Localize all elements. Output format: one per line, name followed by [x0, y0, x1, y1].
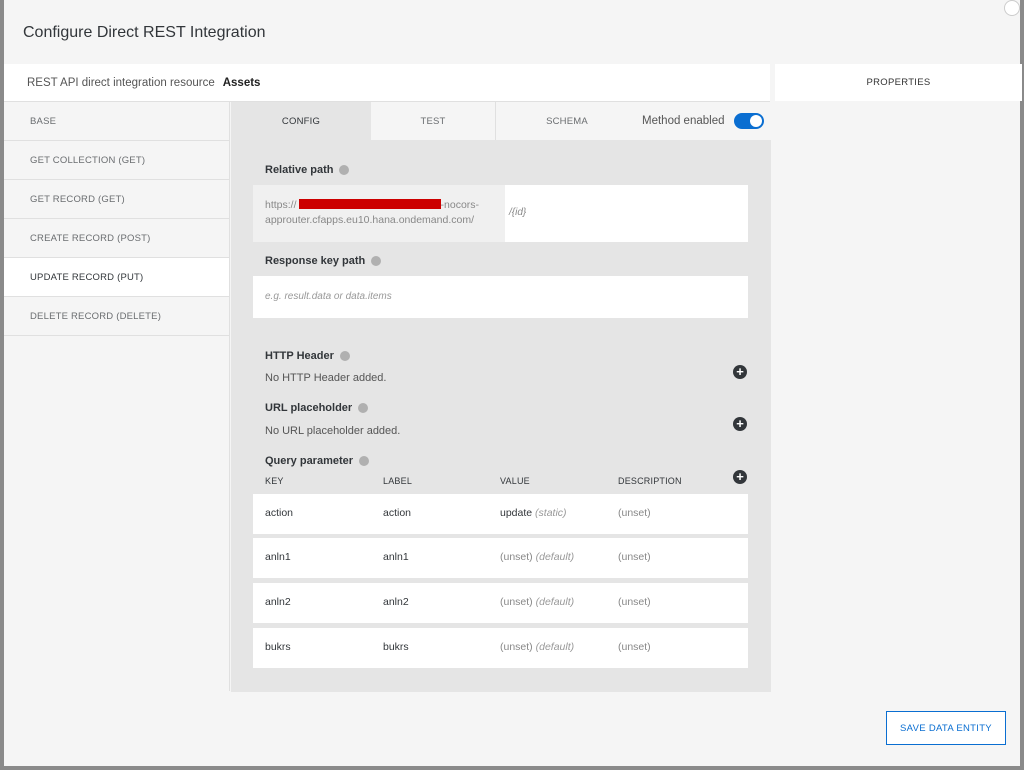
relative-path-label: Relative path [265, 164, 350, 176]
info-icon[interactable] [371, 256, 382, 266]
col-key: KEY [265, 476, 284, 486]
tab-bar: CONFIG TEST SCHEMA Method enabled [231, 102, 771, 140]
table-row[interactable]: bukrs bukrs (unset) (default) (unset) [253, 628, 748, 668]
method-sidebar: BASE GET COLLECTION (GET) GET RECORD (GE… [4, 102, 230, 691]
dialog-title: Configure Direct REST Integration [23, 24, 266, 41]
info-icon[interactable] [359, 456, 370, 466]
col-label: LABEL [383, 476, 413, 486]
response-key-input[interactable]: e.g. result.data or data.items [253, 276, 748, 318]
tab-config[interactable]: CONFIG [231, 102, 371, 140]
resource-value: Assets [222, 76, 261, 89]
http-header-empty: No HTTP Header added. [265, 372, 387, 384]
col-description: DESCRIPTION [618, 476, 682, 486]
query-table-header: KEY LABEL VALUE DESCRIPTION [253, 476, 748, 490]
table-row[interactable]: anln1 anln1 (unset) (default) (unset) [253, 538, 748, 578]
sidebar-item-update-record[interactable]: UPDATE RECORD (PUT) [4, 258, 229, 297]
info-icon[interactable] [339, 165, 350, 175]
tab-test[interactable]: TEST [371, 102, 496, 140]
url-placeholder-empty: No URL placeholder added. [265, 425, 401, 437]
add-url-placeholder-icon[interactable]: + [733, 417, 747, 431]
resource-bar: REST API direct integration resource Ass… [4, 64, 770, 102]
sidebar-item-base[interactable]: BASE [4, 102, 229, 141]
properties-header[interactable]: PROPERTIES [775, 64, 1022, 101]
response-key-label: Response key path [265, 255, 382, 267]
table-row[interactable]: anln2 anln2 (unset) (default) (unset) [253, 583, 748, 623]
configure-dialog: Configure Direct REST Integration REST A… [4, 0, 1022, 766]
info-icon[interactable] [339, 351, 350, 361]
url-placeholder-label: URL placeholder [265, 402, 369, 414]
base-url: https://-nocors-approuter.cfapps.eu10.ha… [253, 185, 505, 242]
sidebar-item-create-record[interactable]: CREATE RECORD (POST) [4, 219, 229, 258]
sidebar-item-get-collection[interactable]: GET COLLECTION (GET) [4, 141, 229, 180]
query-parameter-label: Query parameter [265, 455, 370, 467]
info-icon[interactable] [358, 403, 369, 413]
method-enabled-toggle[interactable] [734, 113, 765, 129]
sidebar-item-delete-record[interactable]: DELETE RECORD (DELETE) [4, 297, 229, 336]
tab-schema[interactable]: SCHEMA [496, 102, 638, 140]
sidebar-item-get-record[interactable]: GET RECORD (GET) [4, 180, 229, 219]
save-data-entity-button[interactable]: SAVE DATA ENTITY [886, 711, 1006, 745]
method-enabled-control: Method enabled [638, 102, 771, 140]
add-http-header-icon[interactable]: + [733, 365, 747, 379]
path-suffix: /{id} [509, 207, 527, 218]
redacted-block [298, 199, 441, 210]
table-row[interactable]: action action update (static) (unset) [253, 494, 748, 534]
method-enabled-label: Method enabled [642, 115, 725, 127]
col-value: VALUE [500, 476, 530, 486]
config-panel: CONFIG TEST SCHEMA Method enabled Relati… [231, 102, 771, 692]
relative-path-field[interactable]: https://-nocors-approuter.cfapps.eu10.ha… [253, 185, 748, 242]
http-header-label: HTTP Header [265, 350, 350, 362]
close-icon[interactable] [1004, 0, 1020, 16]
resource-label: REST API direct integration resource [27, 76, 215, 89]
